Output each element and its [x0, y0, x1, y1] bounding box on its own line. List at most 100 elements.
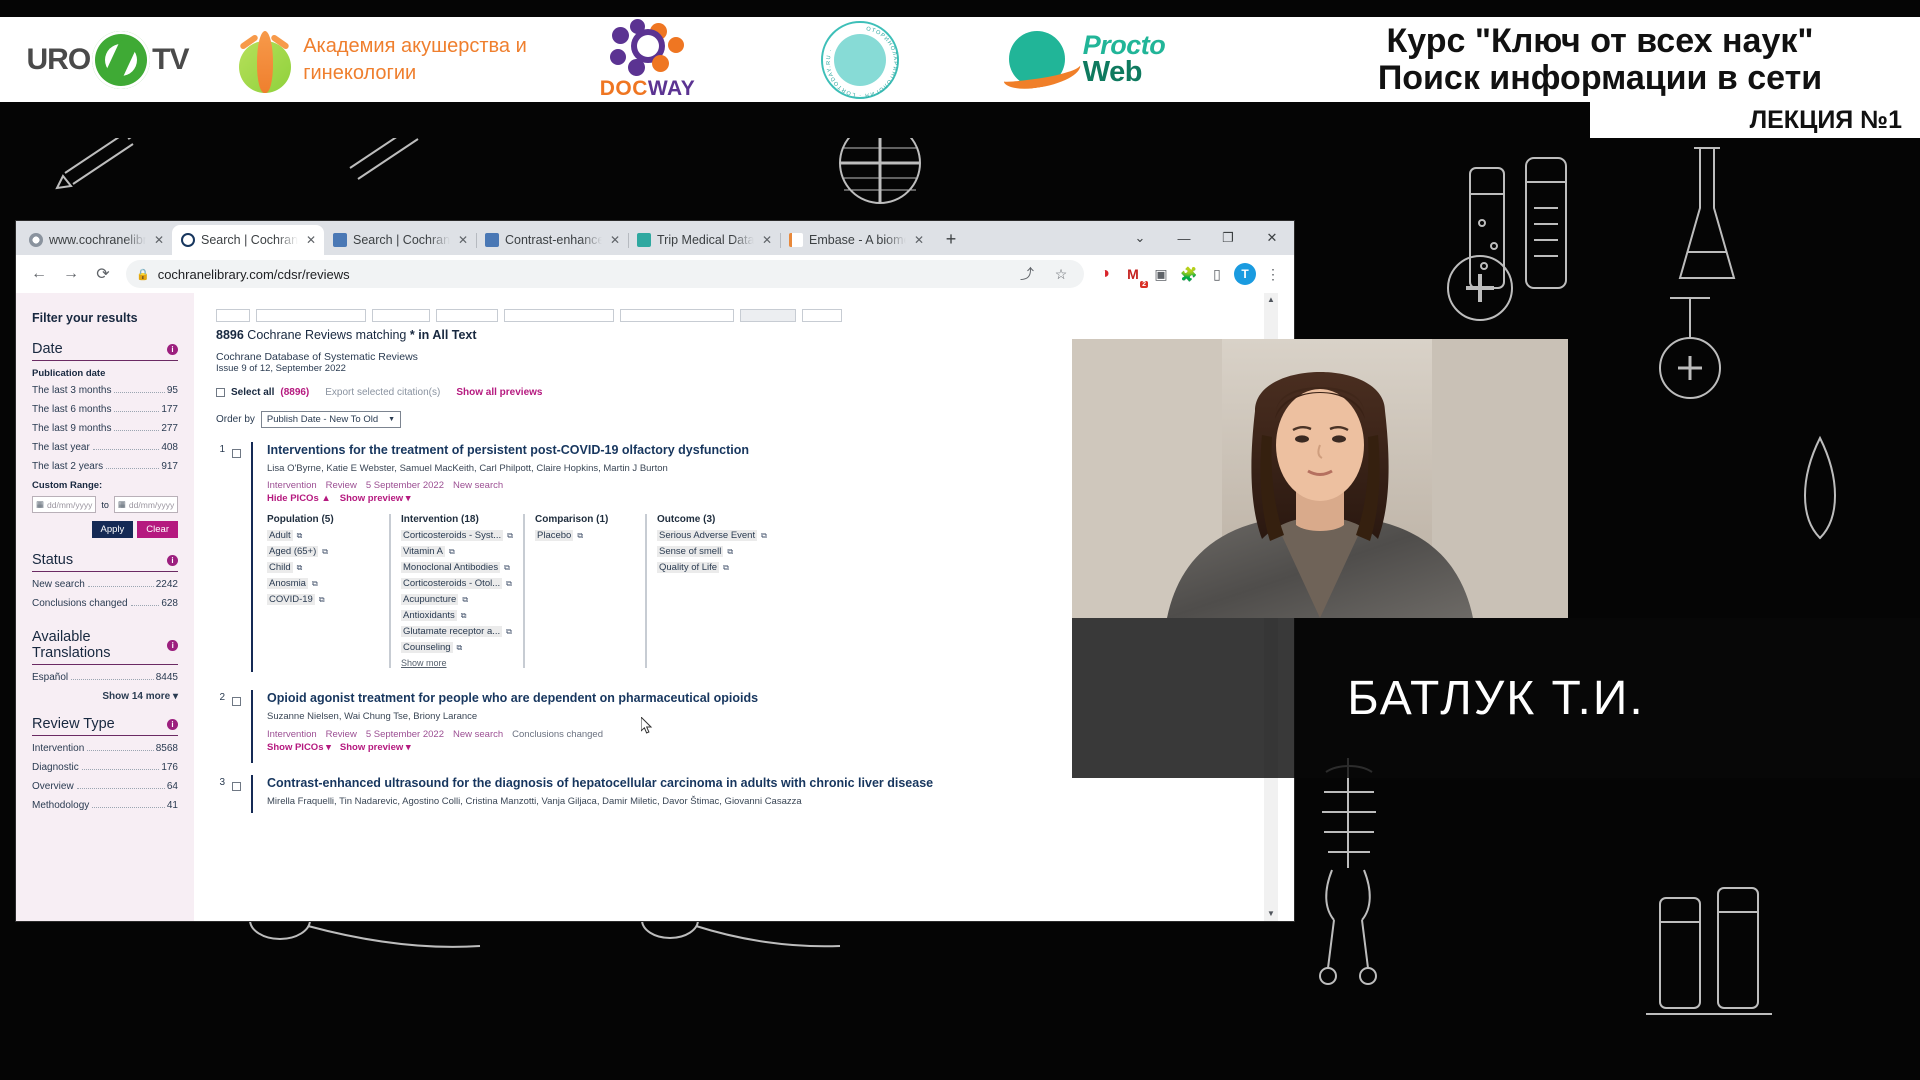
checkbox-icon[interactable] [232, 449, 241, 458]
pico-term[interactable]: Acupuncture ⧉ [401, 594, 519, 606]
external-link-icon[interactable]: ⧉ [461, 611, 467, 621]
result-checkbox[interactable] [232, 690, 241, 762]
external-link-icon[interactable]: ⧉ [506, 627, 512, 637]
pico-term[interactable]: Quality of Life ⧉ [657, 562, 775, 574]
browser-tab-6[interactable]: Embase - A biome ✕ [780, 225, 932, 255]
external-link-icon[interactable]: ⧉ [506, 579, 512, 589]
checkbox-icon[interactable] [232, 697, 241, 707]
pico-term[interactable]: Placebo ⧉ [535, 530, 641, 542]
back-icon[interactable]: ← [24, 259, 54, 289]
minimize-button[interactable]: — [1162, 222, 1206, 254]
external-link-icon[interactable]: ⧉ [727, 547, 733, 557]
filter-row[interactable]: Intervention 8568 [32, 743, 178, 754]
filter-row[interactable]: Overview 64 [32, 781, 178, 792]
filter-row[interactable]: The last 9 months 277 [32, 423, 178, 434]
info-icon[interactable]: i [167, 718, 178, 730]
picture-in-picture-icon[interactable]: ▣ [1148, 261, 1174, 287]
show-preview-link[interactable]: Show preview ▾ [340, 742, 411, 753]
pico-term[interactable]: Vitamin A ⧉ [401, 546, 519, 558]
hide-picos-link[interactable]: Hide PICOs ▲ [267, 493, 331, 504]
pico-term[interactable]: Corticosteroids - Otol... ⧉ [401, 578, 519, 590]
info-icon[interactable]: i [167, 639, 178, 651]
checkbox-icon[interactable] [216, 388, 225, 397]
pico-term[interactable]: Serious Adverse Event ⧉ [657, 530, 775, 542]
filter-row[interactable]: Diagnostic 176 [32, 762, 178, 773]
external-link-icon[interactable]: ⧉ [761, 531, 767, 541]
filter-row[interactable]: The last 3 months 95 [32, 385, 178, 396]
browser-tab-2[interactable]: Search | Cochrane L ✕ [172, 225, 324, 255]
forward-icon[interactable]: → [56, 259, 86, 289]
external-link-icon[interactable]: ⧉ [297, 563, 303, 573]
result-checkbox[interactable] [232, 442, 241, 672]
filter-row[interactable]: The last year 408 [32, 442, 178, 453]
external-link-icon[interactable]: ⧉ [449, 547, 455, 557]
scroll-up-arrow-icon[interactable]: ▲ [1264, 293, 1278, 307]
pico-term[interactable]: Anosmia ⧉ [267, 578, 385, 590]
share-icon[interactable]: ⤴ [1014, 261, 1040, 287]
info-icon[interactable]: i [167, 554, 178, 566]
filter-section-translations[interactable]: Available Translations i [32, 629, 178, 665]
filter-section-status[interactable]: Status i [32, 552, 178, 572]
date-to-input[interactable]: ▦ dd/mm/yyyy [113, 496, 179, 513]
apply-button[interactable]: Apply [91, 521, 134, 538]
browser-tab-5[interactable]: Trip Medical Datab ✕ [628, 225, 780, 255]
reload-icon[interactable]: ⟳ [88, 259, 118, 289]
date-from-input[interactable]: ▦ dd/mm/yyyy [32, 496, 97, 513]
pico-show-more-link[interactable]: Show more [401, 658, 519, 668]
external-link-icon[interactable]: ⧉ [297, 531, 303, 541]
filter-row[interactable]: New search 2242 [32, 579, 178, 590]
browser-tab-3[interactable]: Search | Cochrane ✕ [324, 225, 476, 255]
pico-term[interactable]: Counseling ⧉ [401, 642, 519, 654]
pico-term[interactable]: Adult ⧉ [267, 530, 385, 542]
tab-search-chevron-icon[interactable]: ⌄ [1118, 222, 1162, 254]
maximize-button[interactable]: ❐ [1206, 222, 1250, 254]
close-icon[interactable]: ✕ [304, 233, 318, 247]
filter-section-review-type[interactable]: Review Type i [32, 716, 178, 736]
pico-term[interactable]: Antioxidants ⧉ [401, 610, 519, 622]
show-preview-link[interactable]: Show preview ▾ [340, 493, 411, 504]
external-link-icon[interactable]: ⧉ [723, 563, 729, 573]
export-citations-link[interactable]: Export selected citation(s) [325, 387, 440, 398]
external-link-icon[interactable]: ⧉ [312, 579, 318, 589]
scroll-down-arrow-icon[interactable]: ▼ [1264, 907, 1278, 921]
filter-row[interactable]: The last 2 years 917 [32, 461, 178, 472]
avatar[interactable]: T [1232, 261, 1258, 287]
close-window-button[interactable]: ✕ [1250, 222, 1294, 254]
filter-row[interactable]: Methodology 41 [32, 800, 178, 811]
clear-button[interactable]: Clear [137, 521, 178, 538]
pico-term[interactable]: Corticosteroids - Syst... ⧉ [401, 530, 519, 542]
sidepanel-icon[interactable]: ▯ [1204, 261, 1230, 287]
filter-section-date[interactable]: Date i [32, 341, 178, 361]
external-link-icon[interactable]: ⧉ [319, 595, 325, 605]
close-icon[interactable]: ✕ [760, 233, 774, 247]
close-icon[interactable]: ✕ [608, 233, 622, 247]
close-icon[interactable]: ✕ [912, 233, 926, 247]
pico-term[interactable]: COVID-19 ⧉ [267, 594, 385, 606]
filter-row[interactable]: Conclusions changed 628 [32, 598, 178, 609]
extensions-icon[interactable]: 🧩 [1176, 261, 1202, 287]
pico-term[interactable]: Monoclonal Antibodies ⧉ [401, 562, 519, 574]
show-all-previews-link[interactable]: Show all previews [456, 387, 542, 398]
select-all-checkbox[interactable]: Select all (8896) [216, 387, 309, 398]
external-link-icon[interactable]: ⧉ [322, 547, 328, 557]
checkbox-icon[interactable] [232, 781, 241, 791]
browser-tab-1[interactable]: www.cochranelibrary ✕ [20, 225, 172, 255]
close-icon[interactable]: ✕ [152, 233, 166, 247]
filter-row[interactable]: The last 6 months 177 [32, 404, 178, 415]
external-link-icon[interactable]: ⧉ [507, 531, 513, 541]
gmail-icon[interactable]: M2 [1120, 261, 1148, 288]
result-checkbox[interactable] [232, 775, 241, 813]
show-picos-link[interactable]: Show PICOs ▾ [267, 742, 331, 753]
order-by-select[interactable]: Publish Date - New To Old ▼ [260, 411, 402, 428]
star-icon[interactable]: ☆ [1048, 261, 1074, 287]
address-bar[interactable]: 🔒 cochranelibrary.com/cdsr/reviews ⤴ ☆ [126, 260, 1084, 288]
opera-vpn-icon[interactable]: ◑ [1092, 261, 1118, 287]
new-tab-button[interactable]: + [938, 227, 964, 253]
external-link-icon[interactable]: ⧉ [457, 643, 463, 653]
filter-row[interactable]: Español 8445 [32, 672, 178, 683]
close-icon[interactable]: ✕ [456, 233, 470, 247]
browser-tab-4[interactable]: Contrast-enhanced ✕ [476, 225, 628, 255]
pico-term[interactable]: Sense of smell ⧉ [657, 546, 775, 558]
pico-term[interactable]: Child ⧉ [267, 562, 385, 574]
browser-menu-icon[interactable]: ⋮ [1260, 261, 1286, 287]
